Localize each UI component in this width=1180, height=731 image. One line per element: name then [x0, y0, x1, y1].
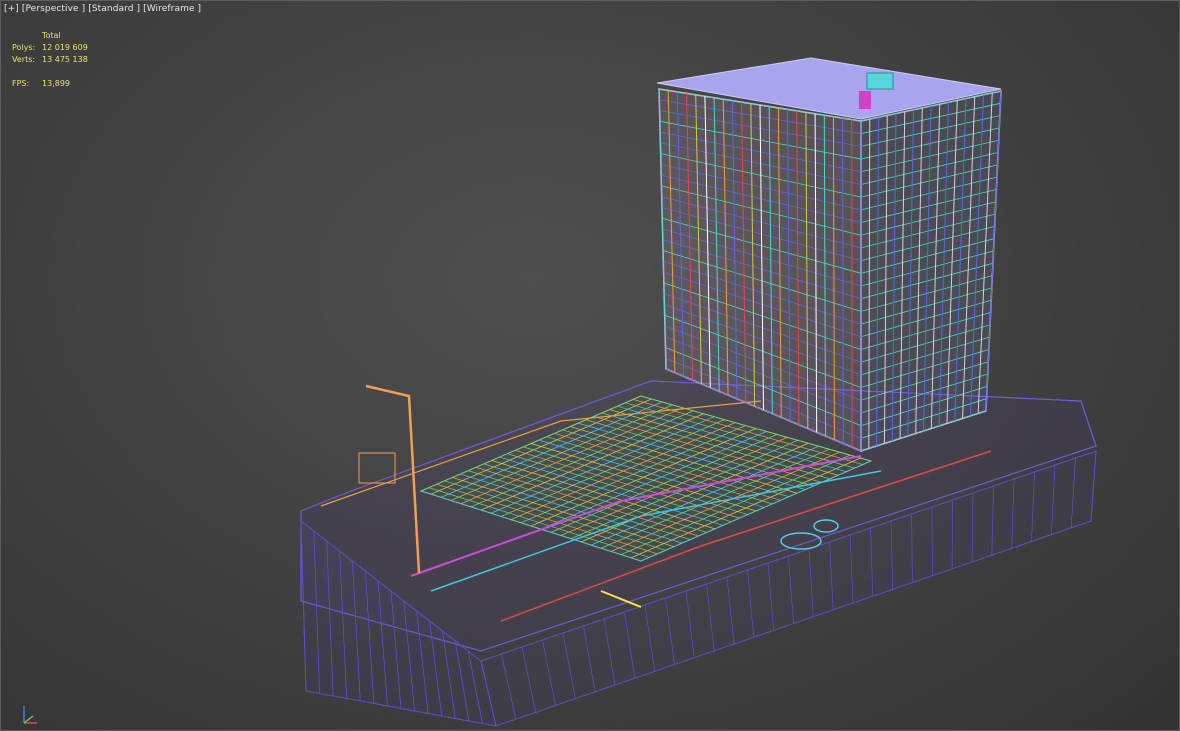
wireframe-scene: [300, 57, 1097, 727]
roof-magenta-box: [859, 91, 871, 109]
axis-tripod: [23, 706, 37, 724]
tower-left-column-line: [842, 118, 844, 444]
tower-right-face: [860, 90, 1002, 453]
3d-viewport[interactable]: [+] [Perspective ] [Standard ] [Wirefram…: [0, 0, 1180, 731]
roof-equipment: [866, 72, 894, 90]
y-axis-line: [23, 715, 34, 724]
